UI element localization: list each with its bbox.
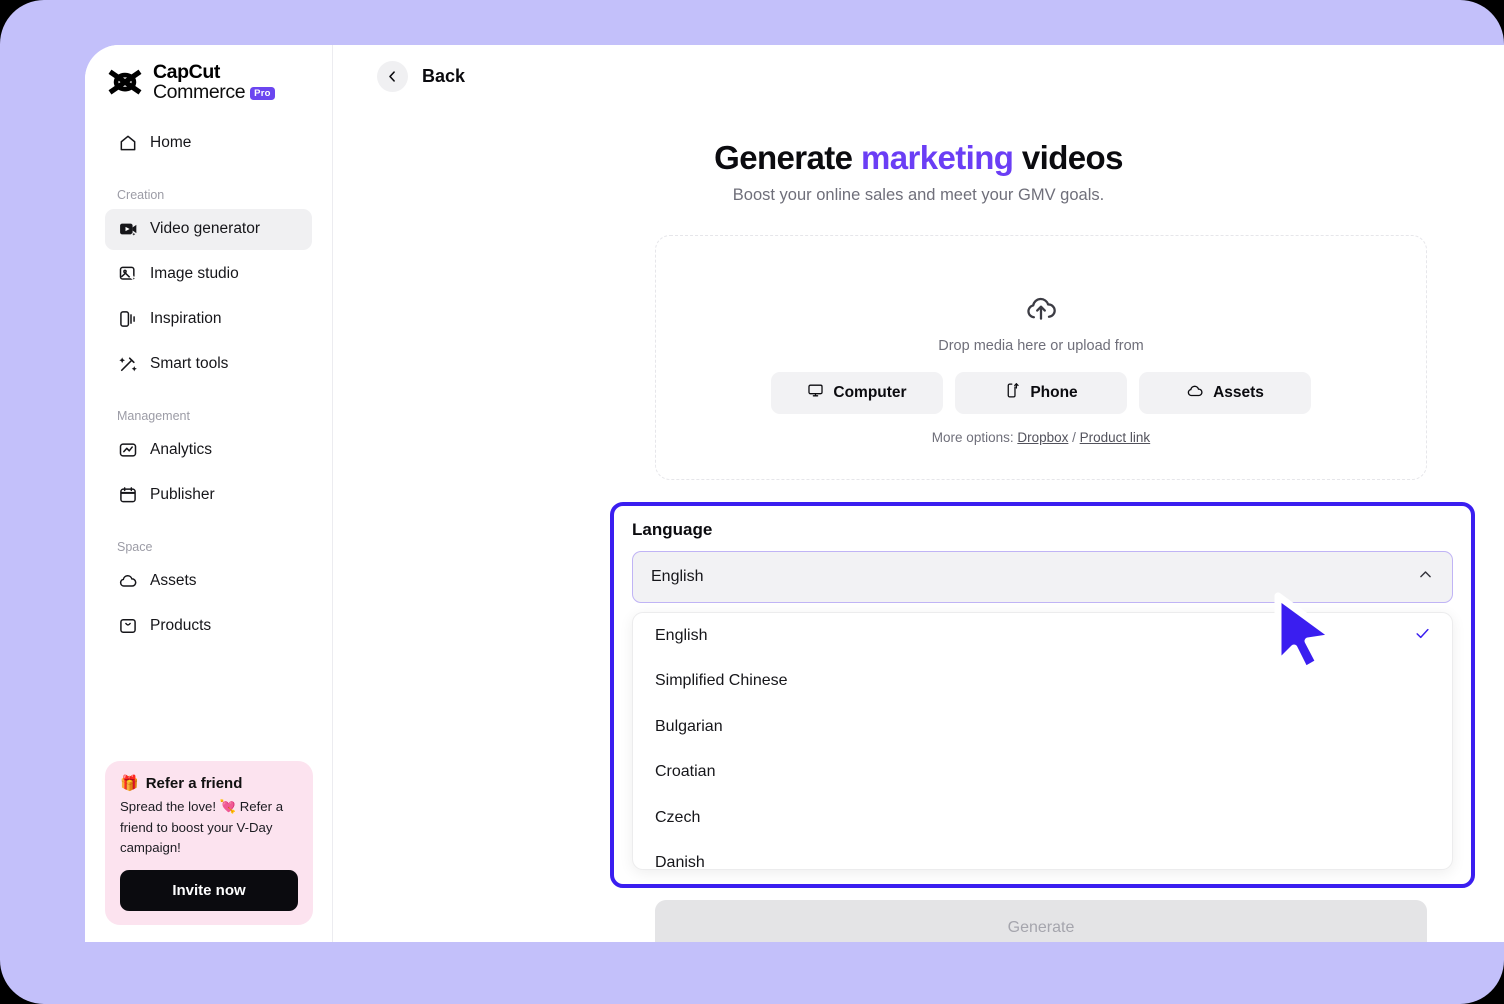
upload-from-assets-button[interactable]: Assets [1139,372,1311,414]
language-option-label: Bulgarian [655,717,723,735]
language-option[interactable]: Simplified Chinese [633,659,1452,705]
sidebar-item-label: Inspiration [150,310,222,328]
upload-hint-text: Drop media here or upload from [938,338,1144,354]
more-options-label: More options: [931,430,1018,445]
sidebar-item-products[interactable]: Products [105,606,312,647]
product-link[interactable]: Product link [1080,430,1151,445]
sidebar: CapCut Commerce Pro Home Creation Video … [85,45,333,942]
cloud-icon [117,571,138,592]
sidebar-item-image-studio[interactable]: Image studio [105,254,312,295]
home-icon [117,133,138,154]
sidebar-item-analytics[interactable]: Analytics [105,430,312,471]
upload-source-label: Phone [1030,384,1078,401]
page-subtitle: Boost your online sales and meet your GM… [732,186,1105,204]
invite-now-button[interactable]: Invite now [120,870,298,911]
smart-tools-icon [117,354,138,375]
sidebar-section-creation-label: Creation [117,187,165,202]
sidebar-item-label: Analytics [150,441,213,459]
cloud-upload-icon [1024,291,1058,330]
pro-badge: Pro [250,87,275,101]
top-bar: Back [333,45,1504,107]
page-title-part1: Generate [714,139,861,176]
language-option-label: Simplified Chinese [655,672,788,690]
sidebar-item-smart-tools[interactable]: Smart tools [105,344,312,385]
brand-name-line2: Commerce Pro [153,82,275,103]
upload-source-label: Assets [1213,384,1264,401]
language-option[interactable]: Danish [633,841,1452,870]
language-select[interactable]: English [632,551,1453,603]
refer-a-friend-card: 🎁 Refer a friend Spread the love! 💘 Refe… [105,761,313,925]
check-icon [1414,625,1431,647]
language-option-label: Czech [655,808,701,826]
language-label: Language [632,520,713,539]
sidebar-section-space-label: Space [117,539,153,554]
chevron-left-icon [389,70,395,82]
sidebar-item-label: Products [150,617,212,635]
brand-name: CapCut Commerce Pro [153,61,275,103]
language-select-value: English [651,568,704,585]
sidebar-section-management-label: Management [117,408,190,423]
publisher-icon [117,485,138,506]
language-option-label: Croatian [655,763,716,781]
back-label: Back [422,65,466,86]
language-panel: Language English English Simplified Chin… [610,502,1475,888]
language-option-label: English [655,626,708,644]
language-option[interactable]: Croatian [633,750,1452,796]
brand-name-line1: CapCut [153,61,220,83]
more-options-row: More options: Dropbox / Product link [932,430,1150,445]
upload-source-label: Computer [833,384,907,401]
monitor-icon [807,382,824,404]
chevron-up-icon [1417,566,1434,588]
dropbox-link[interactable]: Dropbox [1017,430,1068,445]
language-option[interactable]: Bulgarian [633,704,1452,750]
analytics-icon [117,440,138,461]
generate-button[interactable]: Generate [655,900,1427,942]
sidebar-item-inspiration[interactable]: Inspiration [105,299,312,340]
brand-logo[interactable]: CapCut Commerce Pro [105,45,312,103]
cloud-icon [1186,382,1204,405]
refer-card-title: Refer a friend [145,774,243,792]
page-title-accent: marketing [861,139,1014,176]
gift-icon: 🎁 [120,775,139,793]
products-icon [117,616,138,637]
sidebar-item-label: Home [150,134,192,152]
upload-from-computer-button[interactable]: Computer [771,372,943,414]
language-option[interactable]: Czech [633,795,1452,841]
upload-dropzone[interactable]: Drop media here or upload from Computer [655,235,1427,480]
sidebar-item-label: Video generator [150,220,261,238]
sidebar-item-label: Publisher [150,486,215,504]
sidebar-item-assets[interactable]: Assets [105,561,312,602]
phone-upload-icon [1004,382,1021,404]
page-title-part2: videos [1013,139,1124,176]
upload-source-buttons: Computer Phone Assets [771,372,1311,414]
page-title: Generate marketing videos [333,139,1504,177]
capcut-logo-icon [108,69,142,95]
language-option-label: Danish [655,854,705,870]
page-backdrop: CapCut Commerce Pro Home Creation Video … [0,0,1504,1004]
sidebar-item-home[interactable]: Home [105,123,312,164]
sidebar-item-publisher[interactable]: Publisher [105,475,312,516]
upload-from-phone-button[interactable]: Phone [955,372,1127,414]
video-generator-icon [117,219,138,240]
sidebar-item-video-generator[interactable]: Video generator [105,208,312,250]
more-options-separator: / [1068,430,1080,445]
refer-card-body: Spread the love! 💘 Refer a friend to boo… [120,799,284,855]
sidebar-item-label: Image studio [150,265,239,283]
language-options-menu[interactable]: English Simplified Chinese Bulgarian Cro… [632,612,1453,870]
sidebar-item-label: Assets [150,572,197,590]
refer-card-title-row: 🎁 Refer a friend [120,774,298,793]
sidebar-item-label: Smart tools [150,355,229,373]
image-studio-icon [117,264,138,285]
inspiration-icon [117,309,138,330]
back-button[interactable] [377,60,408,92]
language-option[interactable]: English [633,613,1452,659]
